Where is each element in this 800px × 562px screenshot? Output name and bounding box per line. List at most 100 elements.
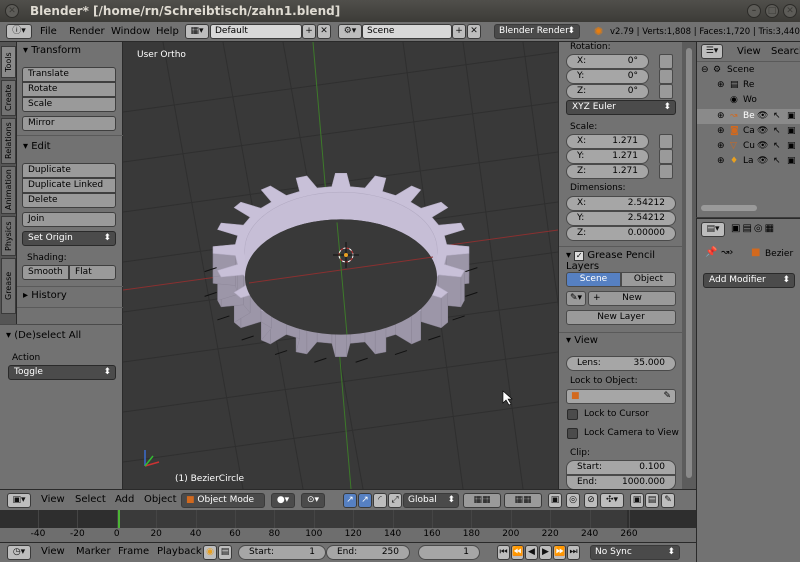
viewport-shading-icon[interactable]: ●▾ <box>271 493 295 508</box>
gp-brush-icon[interactable]: ✎▾ <box>566 291 586 306</box>
proportional-edit-icon[interactable]: ◎ <box>566 493 580 508</box>
play-icon[interactable]: ▶ <box>539 545 552 560</box>
menu-file[interactable]: File <box>40 26 57 37</box>
manipulator-icon[interactable]: ↗ <box>343 493 357 508</box>
lens-field[interactable]: Lens: 35.000 <box>566 356 676 371</box>
scale-x-field[interactable]: X: 1.271 <box>566 134 649 149</box>
menu-help[interactable]: Help <box>156 26 179 37</box>
lock-object-field[interactable]: ■ ✎ <box>566 389 676 404</box>
lock-icon[interactable] <box>659 69 673 84</box>
scale-z-field[interactable]: Z: 1.271 <box>566 164 649 179</box>
outliner-item-world[interactable]: ◉ Wo <box>697 93 800 108</box>
properties-scrollbar[interactable] <box>682 42 696 489</box>
remove-screen-icon[interactable]: ✕ <box>317 24 331 39</box>
screen-layout-field[interactable]: Default <box>210 24 302 39</box>
dimensions-x-field[interactable]: X: 2.54212 <box>566 196 676 211</box>
remove-scene-icon[interactable]: ✕ <box>467 24 481 39</box>
delete-button[interactable]: Delete <box>22 193 116 208</box>
menu-object[interactable]: Object <box>144 494 177 505</box>
maximize-window-icon[interactable]: □ <box>765 4 779 18</box>
tab-animation[interactable]: Animation <box>1 166 16 214</box>
add-scene-icon[interactable]: + <box>452 24 466 39</box>
outliner-editor-icon[interactable]: ☰▾ <box>701 44 723 59</box>
rotation-y-field[interactable]: Y: 0° <box>566 69 649 84</box>
sync-dropdown[interactable]: No Sync ⬍ <box>590 545 680 560</box>
timeline-menu-playback[interactable]: Playback <box>157 546 202 557</box>
translate-button[interactable]: Translate <box>22 67 116 82</box>
pivot-point-icon[interactable]: ⊙▾ <box>301 493 325 508</box>
scale-y-field[interactable]: Y: 1.271 <box>566 149 649 164</box>
add-screen-icon[interactable]: + <box>302 24 316 39</box>
snap-icon[interactable]: ⊘ <box>584 493 598 508</box>
context-tabs-icons[interactable]: ▣▤◎▦ <box>731 223 776 234</box>
duplicate-linked-button[interactable]: Duplicate Linked <box>22 178 116 193</box>
menu-render[interactable]: Render <box>69 26 105 37</box>
layers-grid-icon-2[interactable]: ▦▦ <box>504 493 542 508</box>
smooth-button[interactable]: Smooth <box>22 265 69 280</box>
expand-icon[interactable]: ⊕ <box>717 109 725 124</box>
expand-icon[interactable]: ⊕ <box>717 78 725 93</box>
translate-manipulator-icon[interactable]: ↗ <box>358 493 372 508</box>
menu-view[interactable]: View <box>41 494 65 505</box>
view3d-editor-icon[interactable]: ▣▾ <box>7 493 31 508</box>
cursor-select-icon[interactable]: ↖ <box>773 154 781 169</box>
timeline-menu-marker[interactable]: Marker <box>76 546 111 557</box>
outliner-menu-search[interactable]: Search <box>771 46 800 57</box>
gp-scene-button[interactable]: Scene <box>566 272 621 287</box>
pin-icon[interactable]: 📌 <box>705 247 717 258</box>
current-frame-cursor[interactable] <box>117 510 120 528</box>
timeline-area[interactable]: -40 -20 0 20 40 60 80 100 120 140 160 180 200 220 240 2… <box>0 510 696 542</box>
lock-layers-icon[interactable]: ▣ <box>548 493 562 508</box>
tab-relations[interactable]: Relations <box>1 118 16 164</box>
jump-end-icon[interactable]: ⏭ <box>567 545 580 560</box>
clip-start-field[interactable]: Start: 0.100 <box>566 460 676 475</box>
checkbox-checked-icon[interactable]: ✓ <box>574 251 585 261</box>
eye-icon[interactable]: 👁 <box>757 109 768 124</box>
tab-grease-pencil[interactable]: Grease Pencil <box>1 258 26 314</box>
render-icon[interactable]: ▣ <box>787 139 796 154</box>
transform-panel-header[interactable]: ▾ Transform <box>23 45 81 56</box>
tab-create[interactable]: Create <box>1 80 16 116</box>
scale-button[interactable]: Scale <box>22 97 116 112</box>
opengl-render-icon[interactable]: ▣ <box>630 493 644 508</box>
flat-button[interactable]: Flat <box>69 265 116 280</box>
prev-keyframe-icon[interactable]: ⏪ <box>511 545 524 560</box>
render-engine-dropdown[interactable]: Blender Render ⬍ <box>494 24 580 39</box>
menu-window[interactable]: Window <box>111 26 150 37</box>
opengl-anim-icon[interactable]: ▤ <box>645 493 659 508</box>
eyedropper-icon[interactable]: ✎ <box>663 390 671 403</box>
gp-new-button[interactable]: + New <box>588 291 676 306</box>
action-dropdown[interactable]: Toggle ⬍ <box>8 365 116 380</box>
cursor-select-icon[interactable]: ↖ <box>773 124 781 139</box>
mode-dropdown[interactable]: ■ Object Mode <box>181 493 265 508</box>
outliner-scrollbar[interactable] <box>701 205 757 211</box>
outliner-item-cube[interactable]: ⊕ ▽ Cu 👁 ↖ ▣ <box>697 139 800 154</box>
close-window-icon[interactable]: ✕ <box>5 4 19 18</box>
lock-icon[interactable] <box>659 149 673 164</box>
outliner-item-camera[interactable]: ⊕ ◙ Ca 👁 ↖ ▣ <box>697 124 800 139</box>
add-modifier-dropdown[interactable]: Add Modifier ⬍ <box>703 273 795 288</box>
current-frame-field[interactable]: 1 <box>418 545 480 560</box>
clip-end-field[interactable]: End: 1000.000 <box>566 475 676 490</box>
scene-browse-icon[interactable]: ⚙▾ <box>338 24 362 39</box>
gear-mesh[interactable] <box>204 172 478 363</box>
tab-tools[interactable]: Tools <box>1 46 16 78</box>
operator-panel-header[interactable]: ▾ (De)select All <box>6 330 81 341</box>
render-icon[interactable]: ▣ <box>787 154 796 169</box>
record-keyframe-icon[interactable]: ◉ <box>203 545 217 560</box>
join-button[interactable]: Join <box>22 212 116 227</box>
gp-object-button[interactable]: Object <box>621 272 676 287</box>
viewport-canvas[interactable] <box>123 42 558 489</box>
3d-viewport[interactable]: User Ortho (1) BezierCircle <box>123 42 558 489</box>
set-origin-dropdown[interactable]: Set Origin ⬍ <box>22 231 116 246</box>
outliner-item-lamp[interactable]: ⊕ ♦ La 👁 ↖ ▣ <box>697 154 800 169</box>
keying-set-icon[interactable]: ▤ <box>218 545 232 560</box>
timeline-menu-view[interactable]: View <box>41 546 65 557</box>
expand-icon[interactable]: ⊕ <box>717 154 725 169</box>
minimize-window-icon[interactable]: – <box>747 4 761 18</box>
dimensions-y-field[interactable]: Y: 2.54212 <box>566 211 676 226</box>
mirror-button[interactable]: Mirror <box>22 116 116 131</box>
start-frame-field[interactable]: Start: 1 <box>238 545 326 560</box>
scale-manipulator-icon[interactable]: ⤢ <box>388 493 402 508</box>
menu-select[interactable]: Select <box>75 494 106 505</box>
